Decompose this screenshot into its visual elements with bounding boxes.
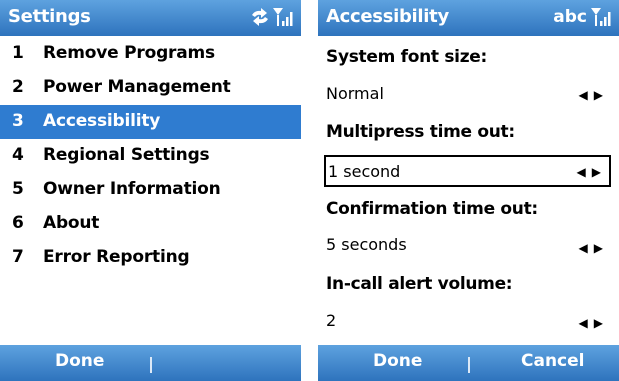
menu-item-number: 2 (12, 77, 24, 97)
settings-status-icons (249, 6, 295, 28)
sync-arrows-icon (252, 8, 268, 26)
left-arrow-icon[interactable]: ◀ (579, 241, 594, 255)
menu-item-remove-programs[interactable]: 1 Remove Programs (0, 37, 301, 71)
multipress-time-out-value: 1 second (328, 162, 401, 181)
confirmation-time-out-label: Confirmation time out: (326, 199, 538, 219)
settings-softkey-bar: Done (0, 345, 301, 381)
accessibility-screen: Accessibility abc System font size: Norm… (318, 0, 619, 381)
settings-menu: 1 Remove Programs 2 Power Management 3 A… (0, 37, 301, 275)
right-arrow-icon[interactable]: ▶ (592, 165, 607, 179)
softkey-divider (468, 357, 470, 373)
accessibility-title-bar: Accessibility abc (318, 0, 619, 36)
multipress-time-out-label: Multipress time out: (326, 122, 515, 142)
signal-strength-icon (273, 8, 293, 26)
in-call-alert-volume-value: 2 (326, 311, 337, 330)
system-font-size-label: System font size: (326, 47, 488, 67)
menu-item-number: 6 (12, 213, 24, 233)
done-softkey[interactable]: Done (373, 351, 422, 371)
right-arrow-icon[interactable]: ▶ (594, 88, 609, 102)
accessibility-title: Accessibility (326, 6, 449, 27)
confirmation-time-out-value: 5 seconds (326, 235, 407, 254)
menu-item-power-management[interactable]: 2 Power Management (0, 71, 301, 105)
system-font-size-value: Normal (326, 84, 384, 103)
left-arrow-icon[interactable]: ◀ (579, 316, 594, 330)
cancel-softkey[interactable]: Cancel (521, 351, 584, 371)
left-arrow-icon[interactable]: ◀ (579, 88, 594, 102)
menu-item-number: 7 (12, 247, 24, 267)
softkey-divider (150, 357, 152, 373)
menu-item-accessibility[interactable]: 3 Accessibility (0, 105, 301, 139)
menu-item-label: About (43, 213, 100, 233)
menu-item-number: 3 (12, 111, 24, 131)
menu-item-label: Owner Information (43, 179, 221, 199)
menu-item-label: Remove Programs (43, 43, 215, 63)
menu-item-number: 5 (12, 179, 24, 199)
menu-item-number: 1 (12, 43, 24, 63)
confirmation-time-out-arrows[interactable]: ◀▶ (579, 241, 609, 255)
menu-item-label: Power Management (43, 77, 231, 97)
menu-item-number: 4 (12, 145, 24, 165)
input-mode-indicator: abc (553, 7, 587, 27)
menu-item-owner-information[interactable]: 5 Owner Information (0, 173, 301, 207)
signal-strength-icon (591, 8, 611, 26)
menu-item-regional-settings[interactable]: 4 Regional Settings (0, 139, 301, 173)
done-softkey[interactable]: Done (55, 351, 104, 371)
settings-title-bar: Settings (0, 0, 301, 36)
menu-item-about[interactable]: 6 About (0, 207, 301, 241)
accessibility-softkey-bar: Done Cancel (318, 345, 619, 381)
multipress-time-out-arrows[interactable]: ◀▶ (577, 165, 607, 179)
right-arrow-icon[interactable]: ▶ (594, 241, 609, 255)
system-font-size-arrows[interactable]: ◀▶ (579, 88, 609, 102)
menu-item-error-reporting[interactable]: 7 Error Reporting (0, 241, 301, 275)
left-arrow-icon[interactable]: ◀ (577, 165, 592, 179)
menu-item-label: Regional Settings (43, 145, 210, 165)
accessibility-status-icons: abc (553, 6, 613, 28)
menu-item-label: Accessibility (43, 111, 161, 131)
in-call-alert-volume-arrows[interactable]: ◀▶ (579, 316, 609, 330)
settings-title: Settings (8, 6, 91, 27)
in-call-alert-volume-label: In-call alert volume: (326, 274, 513, 294)
settings-screen: Settings 1 Remove Programs 2 Power Manag… (0, 0, 301, 381)
right-arrow-icon[interactable]: ▶ (594, 316, 609, 330)
menu-item-label: Error Reporting (43, 247, 190, 267)
multipress-time-out-field[interactable]: 1 second ◀▶ (324, 155, 611, 187)
